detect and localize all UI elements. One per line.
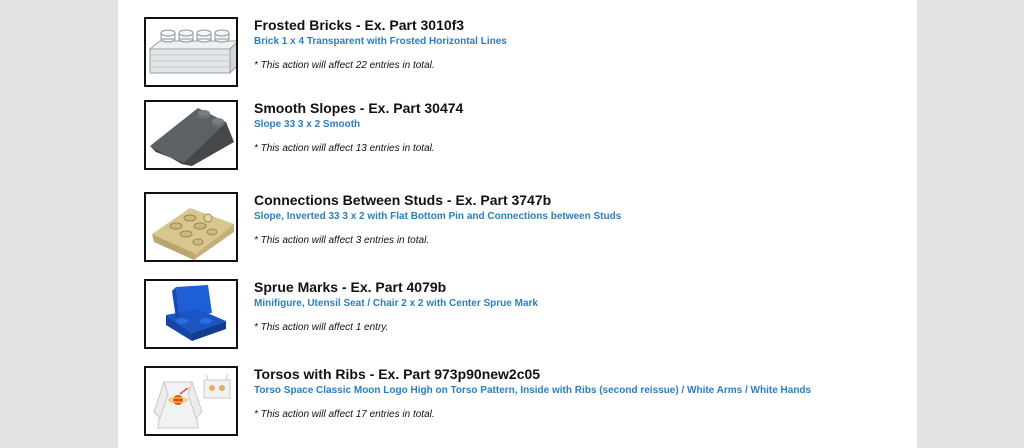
affected-count-note: * This action will affect 17 entries in … [254,409,435,420]
list-item: Connections Between Studs - Ex. Part 374… [144,192,884,264]
entry-title: Sprue Marks - Ex. Part 4079b [254,279,447,295]
part-image[interactable] [144,366,238,436]
list-item: Sprue Marks - Ex. Part 4079b Minifigure,… [144,279,884,351]
affected-count-note: * This action will affect 22 entries in … [254,60,435,71]
entry-info: Connections Between Studs - Ex. Part 374… [254,192,894,247]
content-panel: Frosted Bricks - Ex. Part 3010f3 Brick 1… [118,0,917,448]
list-item: Torsos with Ribs - Ex. Part 973p90new2c0… [144,366,884,438]
part-link[interactable]: Torso Space Classic Moon Logo High on To… [254,385,894,397]
entry-info: Sprue Marks - Ex. Part 4079b Minifigure,… [254,279,894,334]
entry-info: Torsos with Ribs - Ex. Part 973p90new2c0… [254,366,894,421]
part-image[interactable] [144,17,238,87]
part-link[interactable]: Slope, Inverted 33 3 x 2 with Flat Botto… [254,211,894,223]
dark-gray-slope-icon [150,108,234,166]
entry-title: Torsos with Ribs - Ex. Part 973p90new2c0… [254,366,541,382]
part-link[interactable]: Brick 1 x 4 Transparent with Frosted Hor… [254,36,894,48]
entry-title: Smooth Slopes - Ex. Part 30474 [254,100,464,116]
affected-count-note: * This action will affect 1 entry. [254,322,389,333]
part-image[interactable] [144,192,238,262]
list-item: Smooth Slopes - Ex. Part 30474 Slope 33 … [144,100,884,172]
tan-inverted-slope-icon [152,208,234,260]
entry-info: Frosted Bricks - Ex. Part 3010f3 Brick 1… [254,17,894,72]
entry-info: Smooth Slopes - Ex. Part 30474 Slope 33 … [254,100,894,155]
entry-title: Frosted Bricks - Ex. Part 3010f3 [254,17,465,33]
affected-count-note: * This action will affect 13 entries in … [254,143,435,154]
blue-chair-icon [166,285,226,341]
part-image[interactable] [144,100,238,170]
part-image[interactable] [144,279,238,349]
transparent-brick-icon [148,29,236,75]
entry-title: Connections Between Studs - Ex. Part 374… [254,192,552,208]
list-item: Frosted Bricks - Ex. Part 3010f3 Brick 1… [144,17,884,89]
part-link[interactable]: Minifigure, Utensil Seat / Chair 2 x 2 w… [254,298,894,310]
part-link[interactable]: Slope 33 3 x 2 Smooth [254,119,894,131]
white-torso-icon [153,373,231,429]
affected-count-note: * This action will affect 3 entries in t… [254,235,430,246]
